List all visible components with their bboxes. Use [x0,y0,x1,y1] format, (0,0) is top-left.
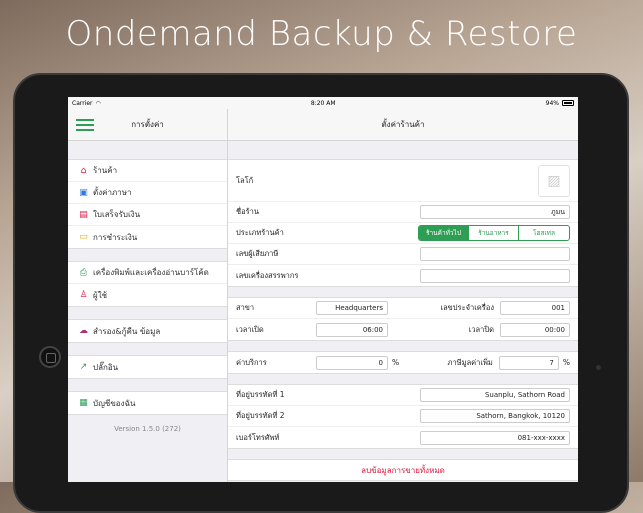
address2-label: ที่อยู่บรรทัดที่ 2 [236,411,285,420]
credit-card-icon: ▭ [79,232,88,242]
sidebar-item-label: ใบเสร็จรับเงิน [93,210,141,219]
shop-name-input[interactable]: ภูมน [420,205,570,219]
sidebar-group-account: ▦ บัญชีของฉัน [68,391,227,415]
section-address: ที่อยู่บรรทัดที่ 1 Suanplu, Sathorn Road… [228,384,578,449]
screen: Carrier ◠ 8:20 AM 94% การตั้งค่า ตั้งค่า… [68,97,578,482]
sidebar-item-users[interactable]: ♙ ผู้ใช้ [68,284,227,306]
sidebar-item-account[interactable]: ▦ บัญชีของฉัน [68,392,227,414]
vat-input[interactable]: 7 [498,355,559,370]
shop-name-label: ชื่อร้าน [236,207,259,216]
battery-percent: 94% [545,99,559,107]
charges-row: ค่าบริการ 0 % ภาษีมูลค่าเพิ่ม 7 % [228,352,578,373]
address2-input[interactable]: Sathorn, Bangkok, 10120 [420,409,570,423]
sidebar-item-backup[interactable]: ☁ สำรอง&กู้คืน ข้อมูล [68,320,227,342]
section-identity: โลโก้ ▨ ชื่อร้าน ภูมน ประเภทร้านค้า ร้าน… [228,159,578,287]
phone-row: เบอร์โทรศัพท์ 081-xxx-xxxx [228,427,578,448]
open-time-label: เวลาเปิด [236,324,264,334]
camera [596,365,601,370]
sidebar-group-devices: ⎙ เครื่องพิมพ์และเครื่องอ่านบาร์โค้ด ♙ ผ… [68,261,227,307]
shop-settings-form: โลโก้ ▨ ชื่อร้าน ภูมน ประเภทร้านค้า ร้าน… [228,141,578,482]
tax-id-input[interactable] [420,247,570,261]
translate-icon: ▣ [79,187,88,198]
vat-percent-label: % [562,358,570,367]
phone-input[interactable]: 081-xxx-xxxx [420,430,570,445]
receipt-icon: ▤ [79,209,88,220]
account-card-icon: ▦ [79,398,88,408]
sidebar-item-label: เครื่องพิมพ์และเครื่องอ่านบาร์โค้ด [93,268,209,277]
branch-input[interactable]: Headquarters [316,301,388,315]
headline: Ondemand Backup & Restore [65,14,578,54]
sidebar-item-label: การชำระเงิน [93,232,138,242]
revenue-machine-row: เลขเครื่องสรรพากร [228,265,578,286]
sidebar-item-language[interactable]: ▣ ตั้งค่าภาษา [68,182,227,204]
shop-type-segmented[interactable]: ร้านค้าทั่วไป ร้านอาหาร โฮสเทล [418,225,570,241]
revenue-machine-input[interactable] [420,268,570,283]
sidebar-item-label: ร้านค้า [93,166,118,175]
battery-icon [561,100,574,106]
close-time-label: เวลาปิด [468,324,494,334]
sidebar-item-printer[interactable]: ⎙ เครื่องพิมพ์และเครื่องอ่านบาร์โค้ด [68,262,227,284]
logo-row: โลโก้ ▨ [228,160,578,202]
branch-row: สาขา Headquarters เลขประจำเครื่อง 001 [228,298,578,319]
phone-label: เบอร์โทรศัพท์ [236,432,280,442]
image-placeholder-icon[interactable]: ▨ [538,165,570,197]
home-button[interactable] [39,346,61,368]
menu-list-icon[interactable] [76,119,94,131]
sidebar-item-payment[interactable]: ▭ การชำระเงิน [68,226,227,248]
home-icon: ⌂ [80,165,87,176]
service-percent-label: % [392,358,400,367]
nav-bar: การตั้งค่า ตั้งค่าร้านค้า [68,109,578,141]
shop-name-row: ชื่อร้าน ภูมน [228,202,578,223]
sidebar-group-shop: ⌂ ร้านค้า ▣ ตั้งค่าภาษา ▤ ใบเสร็จรับเงิน… [68,159,227,249]
service-charge-input[interactable]: 0 [316,355,388,370]
section-charges: ค่าบริการ 0 % ภาษีมูลค่าเพิ่ม 7 % [228,351,578,374]
master-nav: การตั้งค่า [68,109,228,140]
sidebar-item-label: บัญชีของฉัน [93,398,136,408]
service-charge-label: ค่าบริการ [236,357,267,367]
shop-type-label: ประเภทร้านค้า [236,228,284,237]
close-time-input[interactable]: 00:00 [500,322,570,337]
sidebar-item-receipt[interactable]: ▤ ใบเสร็จรับเงิน [68,204,227,226]
plugin-icon: ↗ [79,362,88,372]
sidebar-item-label: สำรอง&กู้คืน ข้อมูล [93,326,161,336]
sidebar-item-label: ตั้งค่าภาษา [93,188,132,197]
shop-type-general[interactable]: ร้านค้าทั่วไป [419,226,469,240]
address1-input[interactable]: Suanplu, Sathorn Road [420,388,570,402]
sidebar-item-plugin[interactable]: ↗ ปลั๊กอิน [68,356,227,378]
cloud-upload-icon: ☁ [79,326,88,336]
sidebar-item-label: ปลั๊กอิน [93,362,119,372]
status-bar: Carrier ◠ 8:20 AM 94% [68,97,578,109]
hours-row: เวลาเปิด 06:00 เวลาปิด 00:00 [228,319,578,340]
pos-no-input[interactable]: 001 [500,301,570,315]
vat-label: ภาษีมูลค่าเพิ่ม [447,357,493,367]
section-branch: สาขา Headquarters เลขประจำเครื่อง 001 เว… [228,297,578,341]
sidebar-item-label: ผู้ใช้ [93,290,108,300]
sidebar-group-backup: ☁ สำรอง&กู้คืน ข้อมูล [68,319,227,343]
address2-row: ที่อยู่บรรทัดที่ 2 Sathorn, Bangkok, 101… [228,406,578,427]
branch-label: สาขา [236,303,255,312]
delete-sales-data-button[interactable]: ลบข้อมูลการขายทั้งหมด [228,459,578,481]
version-label: Version 1.5.0 (272) [114,425,181,433]
detail-title: ตั้งค่าร้านค้า [381,120,425,129]
sidebar: ⌂ ร้านค้า ▣ ตั้งค่าภาษา ▤ ใบเสร็จรับเงิน… [68,141,228,482]
tax-id-row: เลขผู้เสียภาษี [228,244,578,265]
clock: 8:20 AM [310,99,336,107]
open-time-input[interactable]: 06:00 [316,322,388,337]
shop-type-restaurant[interactable]: ร้านอาหาร [469,226,519,240]
sidebar-group-plugin: ↗ ปลั๊กอิน [68,355,227,379]
tax-id-label: เลขผู้เสียภาษี [236,249,279,258]
sidebar-item-shop[interactable]: ⌂ ร้านค้า [68,160,227,182]
pos-no-label: เลขประจำเครื่อง [440,303,495,312]
address1-row: ที่อยู่บรรทัดที่ 1 Suanplu, Sathorn Road [228,385,578,406]
carrier-label: Carrier [72,99,93,107]
revenue-machine-label: เลขเครื่องสรรพากร [236,270,299,280]
wifi-icon: ◠ [95,99,101,107]
shop-type-row: ประเภทร้านค้า ร้านค้าทั่วไป ร้านอาหาร โฮ… [228,223,578,244]
user-icon: ♙ [79,290,88,300]
logo-label: โลโก้ [236,175,254,185]
printer-icon: ⎙ [79,267,88,278]
address1-label: ที่อยู่บรรทัดที่ 1 [236,390,285,399]
shop-type-hostel[interactable]: โฮสเทล [519,226,569,240]
